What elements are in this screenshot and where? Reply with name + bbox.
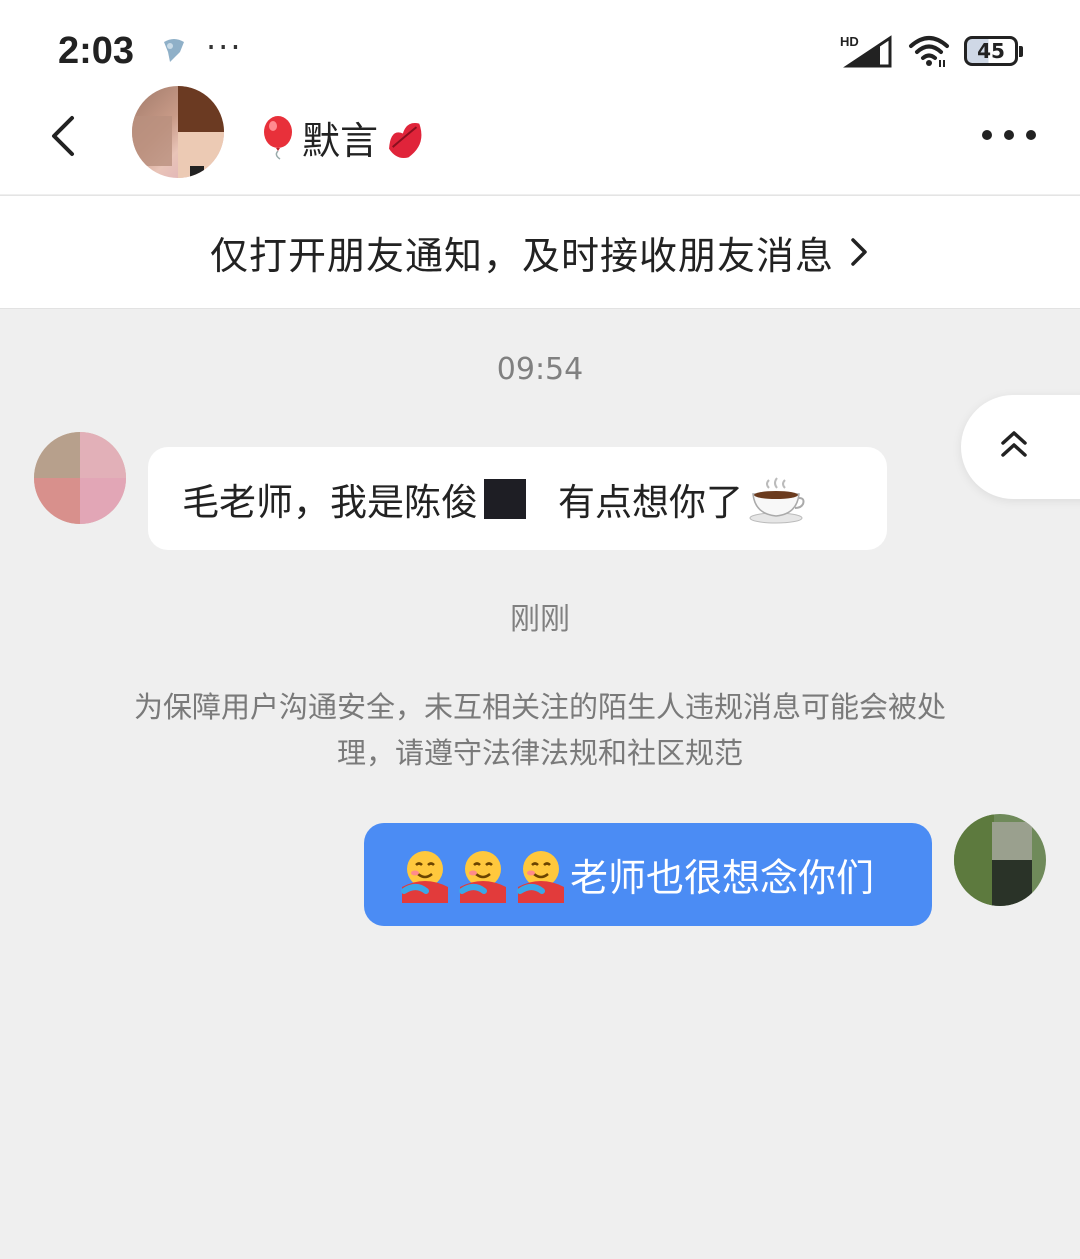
incoming-message-bubble[interactable]: 毛老师，我是陈俊 有点想你了 — [148, 447, 887, 550]
redaction-block — [484, 478, 526, 519]
message-timestamp: 09:54 — [496, 352, 584, 387]
scroll-to-top-button[interactable] — [961, 395, 1080, 499]
hugging-face-icon — [401, 850, 448, 903]
hot-beverage-icon — [749, 476, 805, 523]
double-chevron-up-icon — [1001, 431, 1027, 457]
contact-name-text: 默言 — [302, 119, 379, 163]
more-options-icon[interactable] — [982, 130, 1036, 140]
network-label: HD — [840, 34, 859, 49]
outgoing-message-text: 老师也很想念你们 — [570, 856, 875, 900]
battery-icon: 45 — [964, 36, 1023, 66]
hugging-face-icon — [459, 850, 506, 903]
friend-notification-banner[interactable]: 仅打开朋友通知，及时接收朋友消息 — [0, 195, 1080, 309]
wifi-icon — [909, 36, 949, 67]
battery-level: 45 — [977, 39, 1005, 63]
chat-header: 默言 — [0, 80, 1080, 194]
message-timestamp: 刚刚 — [510, 602, 570, 637]
chevron-right-icon — [851, 238, 867, 266]
my-avatar[interactable] — [954, 814, 1046, 906]
incoming-message-text-start: 毛老师，我是陈俊 — [182, 480, 478, 524]
contact-avatar[interactable] — [132, 86, 224, 178]
banner-text: 仅打开朋友通知，及时接收朋友消息 — [209, 233, 834, 278]
outgoing-message-bubble[interactable]: 老师也很想念你们 — [364, 823, 932, 926]
contact-name[interactable]: 默言 — [258, 110, 428, 165]
sender-avatar[interactable] — [34, 432, 126, 524]
incoming-message-text-end: 有点想你了 — [558, 480, 743, 524]
safety-notice: 为保障用户沟通安全，未互相关注的陌生人违规消息可能会被处理，请遵守法律法规和社区… — [133, 690, 946, 770]
cellular-signal-icon: HD — [840, 34, 892, 68]
hugging-face-icon — [517, 850, 564, 903]
status-time: 2:03 — [58, 30, 135, 72]
status-more-icon: ··· — [206, 28, 243, 66]
notification-icon — [164, 39, 184, 62]
back-arrow-icon[interactable] — [40, 110, 90, 160]
balloon-icon — [264, 115, 292, 160]
lips-icon — [389, 122, 422, 158]
